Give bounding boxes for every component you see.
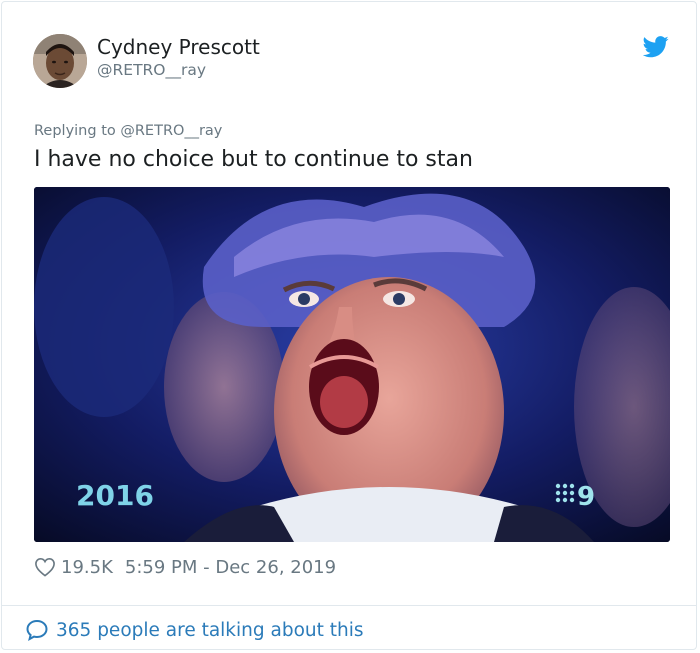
avatar-image — [33, 34, 87, 88]
tweet-media[interactable]: 2016 9 — [34, 187, 670, 542]
heart-icon[interactable] — [34, 557, 56, 577]
like-count[interactable]: 19.5K — [61, 557, 113, 578]
author-display-name[interactable]: Cydney Prescott — [97, 35, 260, 59]
replying-to[interactable]: Replying to @RETRO__ray — [34, 121, 222, 141]
media-year-overlay: 2016 — [76, 479, 154, 512]
footer-divider — [2, 605, 696, 606]
avatar[interactable] — [33, 34, 87, 88]
author-handle[interactable]: @RETRO__ray — [97, 60, 206, 80]
tweet-card: Cydney Prescott @RETRO__ray Replying to … — [1, 1, 697, 650]
media-image: 2016 9 — [34, 187, 670, 542]
conversation-count-label[interactable]: 365 people are talking about this — [56, 620, 364, 641]
twitter-bird-icon[interactable] — [643, 36, 669, 58]
tweet-text: I have no choice but to continue to stan — [34, 147, 473, 172]
speech-bubble-icon — [26, 619, 48, 641]
tweet-timestamp[interactable]: 5:59 PM - Dec 26, 2019 — [125, 557, 336, 578]
conversation-link[interactable]: 365 people are talking about this — [25, 617, 364, 643]
tweet-meta: 19.5K 5:59 PM - Dec 26, 2019 — [34, 555, 336, 579]
media-channel-number: 9 — [577, 482, 595, 512]
